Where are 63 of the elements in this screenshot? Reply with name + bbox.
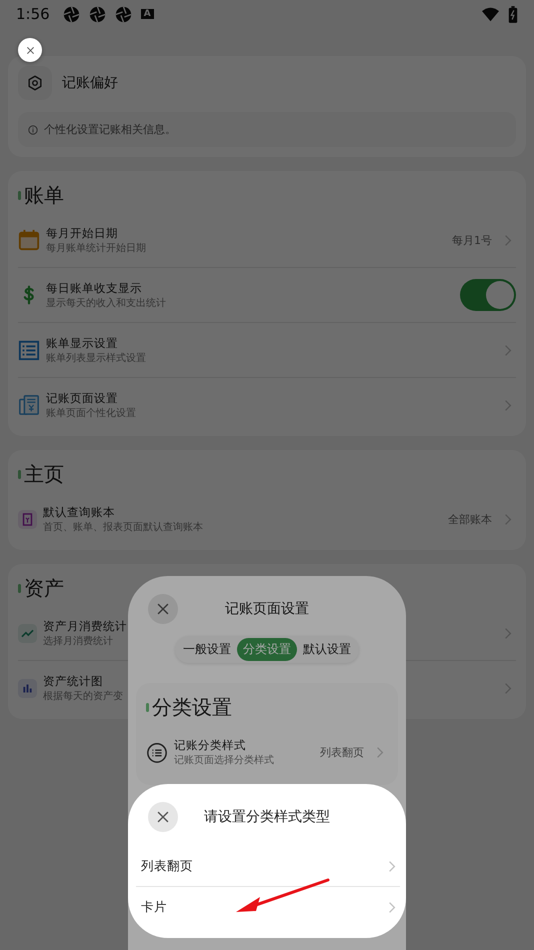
sheet-title: 记账页面设置 [225, 600, 309, 618]
setting-title: 记账分类样式 [174, 738, 246, 752]
chevron-right-icon [504, 398, 512, 412]
option-label[interactable]: 列表翻页 [136, 858, 193, 874]
setting-subtitle: 显示每天的收入和支出统计 [46, 296, 166, 310]
setting-subtitle: 选择月消费统计 [43, 634, 113, 648]
setting-subtitle: 记账页面选择分类样式 [174, 754, 274, 766]
close-button[interactable] [148, 594, 178, 624]
info-icon [28, 124, 38, 134]
aperture-icon [114, 6, 132, 22]
close-icon [26, 46, 34, 54]
chevron-right-icon [504, 626, 512, 640]
bar-chart-icon [18, 678, 37, 698]
chevron-right-icon [504, 512, 512, 526]
wifi-icon [482, 6, 499, 22]
info-text: 个性化设置记账相关信息。 [44, 122, 176, 137]
chevron-right-icon [388, 900, 396, 914]
setting-value: 每月1号 [452, 232, 492, 248]
chevron-right-icon [388, 860, 396, 872]
setting-subtitle: 每月账单统计开始日期 [46, 242, 146, 254]
setting-subtitle: 首页、账单、报表页面默认查询账本 [43, 520, 203, 534]
setting-title: 资产月消费统计 [43, 618, 127, 634]
setting-title: 默认查询账本 [43, 504, 115, 520]
aperture-icon [62, 6, 80, 22]
section-title: 分类设置 [152, 694, 232, 720]
battery-icon [508, 6, 518, 22]
list-circle-icon [146, 741, 168, 763]
card-title: 记账偏好 [62, 74, 118, 92]
chevron-right-icon [504, 344, 512, 356]
setting-title: 每月开始日期 [46, 226, 118, 240]
setting-title: 账单显示设置 [46, 336, 118, 350]
receipt-icon [18, 394, 40, 416]
option-label[interactable]: 卡片 [136, 898, 167, 916]
chevron-right-icon [376, 746, 384, 758]
setting-title: 每日账单收支显示 [46, 280, 142, 296]
list-icon [18, 339, 40, 361]
calendar-icon [18, 229, 40, 251]
section-title: 资产 [24, 574, 64, 602]
chevron-right-icon [504, 234, 512, 246]
trend-icon [18, 624, 37, 642]
section-title: 主页 [24, 460, 64, 488]
sheet-title: 请设置分类样式类型 [204, 808, 330, 826]
close-button[interactable] [148, 802, 178, 832]
setting-subtitle: 账单页面个性化设置 [46, 406, 136, 420]
tab[interactable]: 一般设置 [177, 638, 237, 661]
close-button[interactable] [18, 38, 42, 62]
setting-title: 资产统计图 [43, 674, 103, 688]
chevron-right-icon [504, 682, 512, 694]
tab[interactable]: 默认设置 [297, 638, 357, 661]
notification-badge: A [140, 9, 154, 19]
setting-value: 全部账本 [448, 512, 492, 526]
setting-subtitle: 根据每天的资产变 [43, 690, 123, 702]
toggle-switch[interactable] [460, 279, 516, 311]
section-title: 账单 [24, 182, 64, 208]
aperture-icon [88, 6, 106, 22]
setting-subtitle: 账单列表显示样式设置 [46, 352, 146, 364]
settings-icon [18, 66, 52, 100]
setting-title: 记账页面设置 [46, 390, 118, 406]
setting-value: 列表翻页 [320, 744, 364, 760]
close-icon [156, 810, 170, 824]
book-icon [18, 510, 37, 528]
status-time: 1:56 [16, 5, 50, 23]
close-icon [156, 602, 170, 616]
